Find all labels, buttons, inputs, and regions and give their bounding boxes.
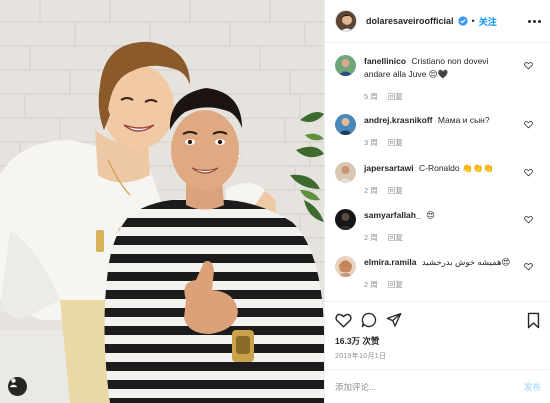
more-options-icon[interactable] bbox=[528, 19, 541, 23]
heart-icon[interactable] bbox=[524, 262, 533, 271]
reply-button[interactable]: 回复 bbox=[388, 280, 403, 289]
comment-text: C-Ronaldo 👏👏👏 bbox=[419, 163, 494, 173]
verified-badge-icon bbox=[457, 16, 468, 26]
commenter-avatar[interactable] bbox=[335, 256, 356, 277]
comment-time: 3 周 bbox=[364, 138, 378, 147]
bookmark-icon[interactable] bbox=[526, 312, 541, 329]
comment-icon[interactable] bbox=[361, 312, 377, 328]
heart-icon[interactable] bbox=[524, 215, 533, 224]
comment-username[interactable]: fanellinico bbox=[364, 56, 406, 66]
commenter-avatar[interactable] bbox=[335, 55, 356, 76]
heart-icon[interactable] bbox=[524, 61, 533, 70]
follow-button[interactable]: 关注 bbox=[479, 15, 497, 28]
post-date[interactable]: 2019年10月1日 bbox=[335, 351, 386, 361]
heart-icon[interactable] bbox=[335, 312, 352, 328]
comment-item: fanellinico Cristiano non dovevi andare … bbox=[335, 55, 541, 102]
comment-item: japersartawi C-Ronaldo 👏👏👏 2 周 回复 bbox=[335, 162, 541, 196]
comment-item: andrej.krasnikoff Мама и сын? 3 周 回复 bbox=[335, 114, 541, 148]
user-tag-icon bbox=[9, 378, 18, 388]
comment-time: 2 周 bbox=[364, 186, 378, 195]
comment-username[interactable]: samyarfallah_ bbox=[364, 210, 421, 220]
comment-username[interactable]: elmira.ramila bbox=[364, 257, 416, 267]
comments-list[interactable]: fanellinico Cristiano non dovevi andare … bbox=[325, 43, 550, 301]
comment-time: 2 周 bbox=[364, 280, 378, 289]
reply-button[interactable]: 回复 bbox=[388, 138, 403, 147]
heart-icon[interactable] bbox=[524, 168, 533, 177]
comment-username[interactable]: japersartawi bbox=[364, 163, 414, 173]
comment-text: 😍 bbox=[426, 210, 435, 220]
reply-button[interactable]: 回复 bbox=[388, 92, 403, 101]
author-username[interactable]: dolaresaveiroofficial bbox=[366, 16, 454, 26]
post-photo[interactable] bbox=[0, 0, 324, 403]
post-comment-button[interactable]: 发布 bbox=[524, 381, 541, 393]
comment-time: 5 周 bbox=[364, 92, 378, 101]
user-tag-button[interactable] bbox=[8, 377, 27, 396]
instagram-post: dolaresaveiroofficial • 关注 fanellinico C… bbox=[0, 0, 550, 403]
post-header: dolaresaveiroofficial • 关注 bbox=[325, 0, 550, 43]
commenter-avatar[interactable] bbox=[335, 114, 356, 135]
commenter-avatar[interactable] bbox=[335, 162, 356, 183]
comment-text: Мама и сын? bbox=[437, 115, 490, 125]
reply-button[interactable]: 回复 bbox=[388, 233, 403, 242]
reply-button[interactable]: 回复 bbox=[388, 186, 403, 195]
commenter-avatar[interactable] bbox=[335, 209, 356, 230]
header-separator: • bbox=[471, 16, 475, 26]
share-icon[interactable] bbox=[386, 312, 402, 328]
heart-icon[interactable] bbox=[524, 120, 533, 129]
post-actions: 16.3万 次赞 2019年10月1日 bbox=[325, 301, 550, 369]
post-image bbox=[0, 0, 324, 403]
likes-count[interactable]: 16.3万 次赞 bbox=[335, 335, 379, 347]
author-avatar[interactable] bbox=[335, 10, 357, 32]
comment-time: 2 周 bbox=[364, 233, 378, 242]
comment-username[interactable]: andrej.krasnikoff bbox=[364, 115, 433, 125]
add-comment-bar: 发布 bbox=[325, 369, 550, 403]
comment-item: samyarfallah_ 😍 2 周 回复 bbox=[335, 209, 541, 243]
add-comment-input[interactable] bbox=[335, 381, 524, 392]
post-side-panel: dolaresaveiroofficial • 关注 fanellinico C… bbox=[324, 0, 550, 403]
comment-text: هميشه خوش بدرخشيد😍 bbox=[421, 257, 511, 267]
comment-item: elmira.ramila هميشه خوش بدرخشيد😍 2 周 回复 bbox=[335, 256, 541, 290]
